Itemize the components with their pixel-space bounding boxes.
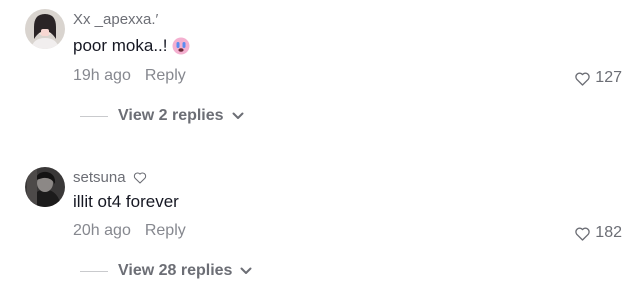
comment-text: illit ot4 forever: [73, 192, 179, 212]
heart-outline-icon: [575, 227, 591, 241]
view-replies-button[interactable]: View 28 replies: [80, 262, 252, 280]
reply-button[interactable]: Reply: [145, 67, 186, 84]
username[interactable]: setsuna: [73, 169, 147, 188]
username[interactable]: Xx _apexxa.′: [73, 11, 158, 28]
avatar[interactable]: [25, 9, 65, 49]
comment-text-label: illit ot4 forever: [73, 192, 179, 211]
like-button[interactable]: 182: [574, 224, 622, 242]
crying-face-icon: [172, 37, 190, 55]
avatar[interactable]: [25, 167, 65, 207]
like-button[interactable]: 127: [574, 69, 622, 87]
username-label: setsuna: [73, 169, 126, 186]
comment-meta: 20h ago Reply: [73, 222, 186, 240]
view-replies-button[interactable]: View 2 replies: [80, 107, 244, 125]
chevron-down-icon: [232, 107, 244, 125]
divider-line: [80, 270, 108, 272]
reply-button[interactable]: Reply: [145, 222, 186, 239]
heart-outline-icon: [575, 72, 591, 86]
comment-item: Xx _apexxa.′ poor moka..! 19h ago Reply 1…: [0, 0, 640, 150]
comment-meta: 19h ago Reply: [73, 67, 186, 85]
like-count: 127: [595, 69, 622, 86]
comment-text-label: poor moka..!: [73, 36, 168, 55]
divider-line: [80, 115, 108, 117]
comment-text: poor moka..!: [73, 36, 190, 56]
comment-time: 19h ago: [73, 67, 131, 84]
like-count: 182: [595, 224, 622, 241]
chevron-down-icon: [240, 262, 252, 280]
view-replies-label: View 2 replies: [118, 107, 224, 124]
comment-time: 20h ago: [73, 222, 131, 239]
view-replies-label: View 28 replies: [118, 262, 233, 279]
comment-item: setsuna illit ot4 forever 20h ago Reply 1…: [0, 155, 640, 306]
heart-outline-icon: [133, 171, 147, 188]
